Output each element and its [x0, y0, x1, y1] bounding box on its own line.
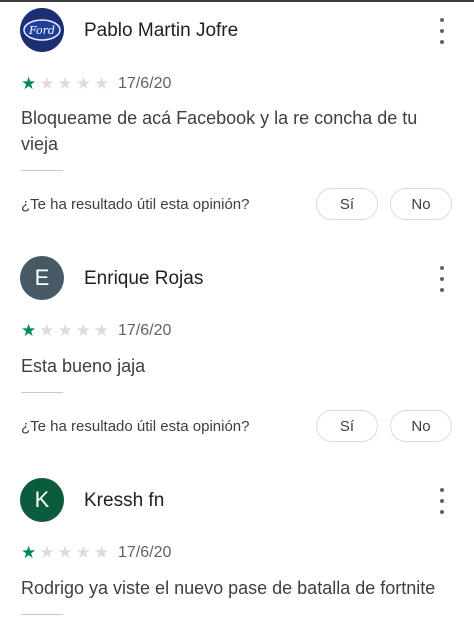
more-options-icon[interactable] — [432, 18, 452, 44]
review-date: 17/6/20 — [118, 544, 172, 561]
star-filled-icon: ★ — [21, 543, 37, 562]
svg-text:Ford: Ford — [28, 24, 55, 37]
helpful-no-button[interactable]: No — [390, 410, 452, 442]
review-divider — [21, 170, 63, 171]
helpful-no-button[interactable]: No — [390, 188, 452, 220]
star-rating: ★ ★ ★ ★ ★ — [21, 322, 109, 339]
star-empty-icon: ★ — [75, 74, 91, 93]
review-text: Rodrigo ya viste el nuevo pase de batall… — [21, 578, 436, 598]
review-divider — [21, 392, 63, 393]
avatar: E — [20, 256, 64, 300]
helpful-yes-button[interactable]: Sí — [316, 410, 378, 442]
helpful-yes-button[interactable]: Sí — [316, 188, 378, 220]
star-empty-icon: ★ — [94, 321, 110, 340]
more-options-icon[interactable] — [432, 266, 452, 292]
more-options-icon[interactable] — [432, 488, 452, 514]
star-empty-icon: ★ — [94, 543, 110, 562]
star-empty-icon: ★ — [39, 74, 55, 93]
avatar: Ford — [20, 8, 64, 52]
avatar: K — [20, 478, 64, 522]
star-empty-icon: ★ — [57, 321, 73, 340]
helpful-question: ¿Te ha resultado útil esta opinión? — [21, 196, 250, 213]
ford-logo-icon: Ford — [20, 8, 64, 52]
star-rating: ★ ★ ★ ★ ★ — [21, 544, 109, 561]
star-filled-icon: ★ — [21, 321, 37, 340]
review-text: Esta bueno jaja — [21, 356, 146, 376]
review-divider — [21, 614, 63, 615]
review-author: Enrique Rojas — [84, 268, 204, 289]
star-rating: ★ ★ ★ ★ ★ — [21, 75, 109, 92]
star-filled-icon: ★ — [21, 74, 37, 93]
review-date: 17/6/20 — [118, 322, 172, 339]
review-text: Bloqueame de acá Facebook y la re concha… — [21, 108, 418, 154]
star-empty-icon: ★ — [39, 543, 55, 562]
top-divider — [0, 0, 474, 2]
review-date: 17/6/20 — [118, 75, 172, 92]
star-empty-icon: ★ — [75, 321, 91, 340]
star-empty-icon: ★ — [75, 543, 91, 562]
star-empty-icon: ★ — [57, 543, 73, 562]
review-author: Kressh fn — [84, 490, 165, 511]
star-empty-icon: ★ — [57, 74, 73, 93]
star-empty-icon: ★ — [94, 74, 110, 93]
star-empty-icon: ★ — [39, 321, 55, 340]
review-author: Pablo Martin Jofre — [84, 20, 239, 41]
helpful-question: ¿Te ha resultado útil esta opinión? — [21, 418, 250, 435]
